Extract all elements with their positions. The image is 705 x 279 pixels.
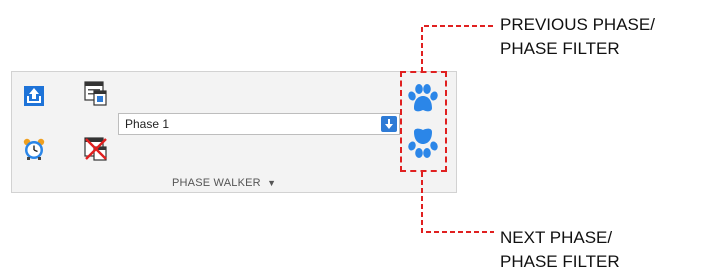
phase-filter-off-icon[interactable] — [83, 136, 109, 162]
previous-callout-line2: PHASE FILTER — [500, 39, 620, 58]
panel-menu-arrow-icon: ▼ — [267, 178, 277, 188]
next-callout-line1: NEXT PHASE/ — [500, 228, 613, 247]
previous-callout-line1: PREVIOUS PHASE/ — [500, 15, 655, 34]
phase-dropdown-button[interactable] — [381, 116, 397, 132]
previous-phase-callout: PREVIOUS PHASE/ PHASE FILTER — [500, 13, 655, 61]
next-callout-connector — [421, 172, 494, 233]
panel-label-text: PHASE WALKER — [172, 177, 261, 189]
panel-label[interactable]: PHASE WALKER ▼ — [172, 177, 276, 189]
previous-callout-connector — [421, 25, 494, 72]
next-phase-callout: NEXT PHASE/ PHASE FILTER — [500, 226, 620, 274]
chevron-down-icon — [385, 119, 393, 129]
next-phase-paw-icon[interactable] — [406, 126, 440, 162]
phase-dropdown[interactable]: Phase 1 — [118, 113, 400, 135]
alarm-clock-icon[interactable] — [22, 137, 46, 161]
phase-window-icon[interactable] — [84, 81, 108, 107]
previous-phase-paw-icon[interactable] — [406, 81, 440, 115]
phase-dropdown-value: Phase 1 — [125, 117, 170, 131]
next-callout-line2: PHASE FILTER — [500, 252, 620, 271]
export-up-icon[interactable] — [23, 85, 45, 107]
